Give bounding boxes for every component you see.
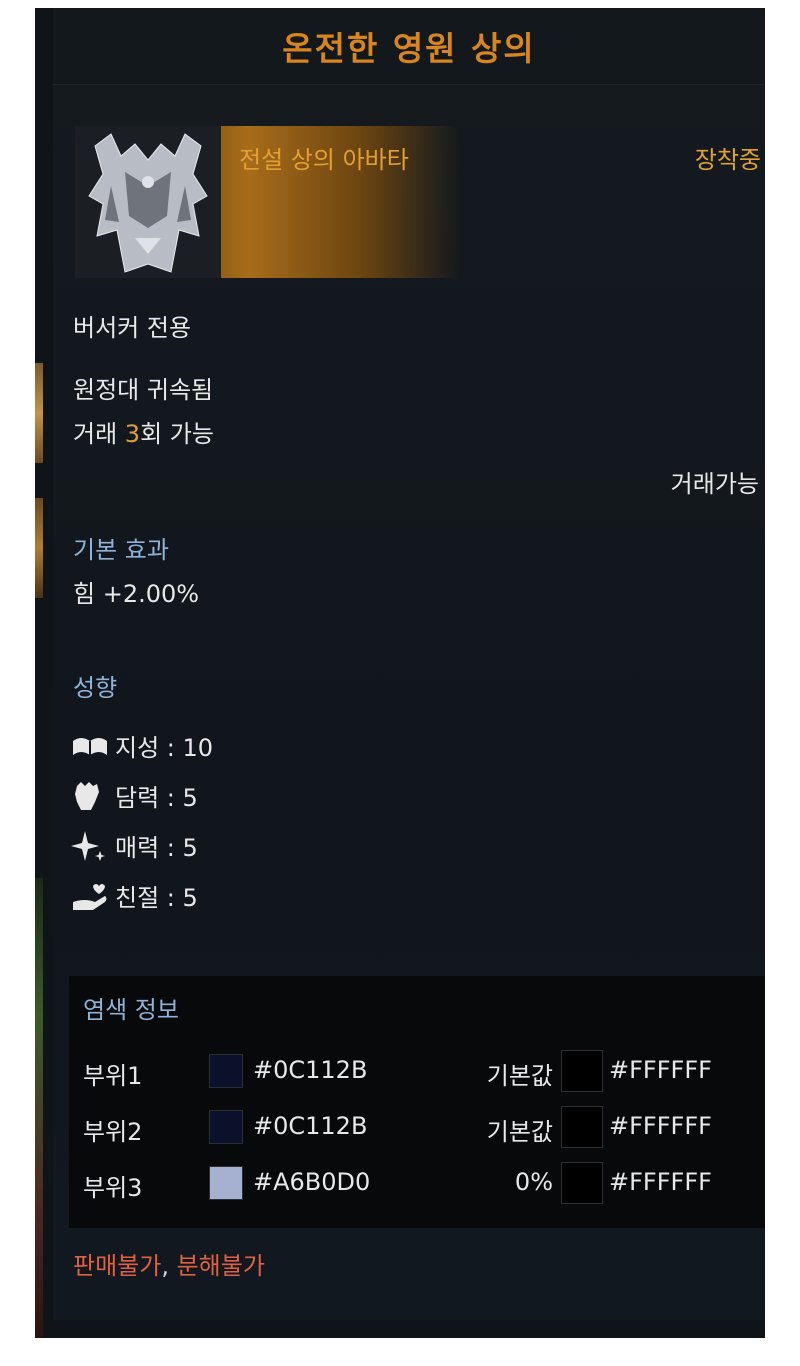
trait-label: 담력 : 5 <box>115 784 198 812</box>
background-edge <box>35 363 43 463</box>
dye-info-panel: 염색 정보 부위1 #0C112B 기본값 #FFFFFF 부위2 #0C112… <box>69 976 765 1228</box>
tooltip-title-bar: 온전한 영원 상의 <box>53 8 765 85</box>
dye-color-hex: #0C112B <box>253 1112 368 1140</box>
trait-row: 친절 : 5 <box>71 878 198 913</box>
sparkle-icon <box>71 829 115 863</box>
trade-count: 거래 3회 가능 <box>73 414 214 449</box>
dye-default-label: 0% <box>514 1168 553 1196</box>
fist-icon <box>71 779 115 813</box>
armor-icon[interactable] <box>75 126 221 278</box>
dye-color-swatch[interactable] <box>209 1166 243 1200</box>
dye-secondary-swatch[interactable] <box>561 1162 603 1204</box>
dye-row: 부위3 #A6B0D0 0% #FFFFFF <box>83 1162 763 1204</box>
dye-color-swatch[interactable] <box>209 1110 243 1144</box>
bound-status: 원정대 귀속됨 <box>73 376 214 404</box>
dye-secondary-swatch[interactable] <box>561 1106 603 1148</box>
item-grade: 전설 상의 아바타 <box>239 146 409 174</box>
no-dismantle-label: 분해불가 <box>176 1252 265 1280</box>
dye-secondary-swatch[interactable] <box>561 1050 603 1092</box>
trade-prefix: 거래 <box>73 420 125 448</box>
trait-label: 친절 : 5 <box>115 884 198 912</box>
no-sell-label: 판매불가 <box>73 1252 162 1280</box>
dye-secondary-hex: #FFFFFF <box>609 1056 712 1084</box>
tradable-status: 거래가능 <box>670 470 759 498</box>
trait-label: 지성 : 10 <box>115 734 214 762</box>
dye-part-label: 부위2 <box>83 1118 143 1146</box>
trait-label: 매력 : 5 <box>115 834 198 862</box>
basic-effect-title: 기본 효과 <box>73 536 169 564</box>
dye-color-hex: #0C112B <box>253 1056 368 1084</box>
traits-title: 성향 <box>73 674 118 702</box>
trait-row: 매력 : 5 <box>71 828 198 863</box>
dye-row: 부위2 #0C112B 기본값 #FFFFFF <box>83 1106 763 1148</box>
screenshot-frame: 온전한 영원 상의 전설 상의 아바타 장착중 버서커 전용 원정대 귀속됨 거… <box>35 8 765 1338</box>
dye-secondary-hex: #FFFFFF <box>609 1168 712 1196</box>
dye-part-label: 부위1 <box>83 1062 143 1090</box>
trade-suffix: 회 가능 <box>140 420 214 448</box>
background-edge <box>35 498 43 598</box>
dye-part-label: 부위3 <box>83 1174 143 1202</box>
trade-count-number: 3 <box>124 420 141 448</box>
dye-info-title: 염색 정보 <box>83 996 179 1024</box>
book-icon <box>71 729 115 763</box>
background-edge <box>35 878 43 1338</box>
class-restriction: 버서커 전용 <box>73 314 192 342</box>
trait-row: 지성 : 10 <box>71 728 213 763</box>
heart-hand-icon <box>71 879 115 913</box>
restriction-footer: 판매불가, 분해불가 <box>73 1246 265 1281</box>
dye-secondary-hex: #FFFFFF <box>609 1112 712 1140</box>
footer-separator: , <box>161 1252 177 1280</box>
dye-color-swatch[interactable] <box>209 1054 243 1088</box>
basic-effect-value: 힘 +2.00% <box>73 580 200 608</box>
dye-color-hex: #A6B0D0 <box>253 1168 371 1196</box>
dye-default-label: 기본값 <box>486 1118 553 1146</box>
equipped-status: 장착중 <box>694 146 761 174</box>
item-name: 온전한 영원 상의 <box>282 29 536 68</box>
dye-row: 부위1 #0C112B 기본값 #FFFFFF <box>83 1050 763 1092</box>
trait-row: 담력 : 5 <box>71 778 198 813</box>
item-tooltip: 온전한 영원 상의 전설 상의 아바타 장착중 버서커 전용 원정대 귀속됨 거… <box>53 8 765 1320</box>
dye-default-label: 기본값 <box>486 1062 553 1090</box>
